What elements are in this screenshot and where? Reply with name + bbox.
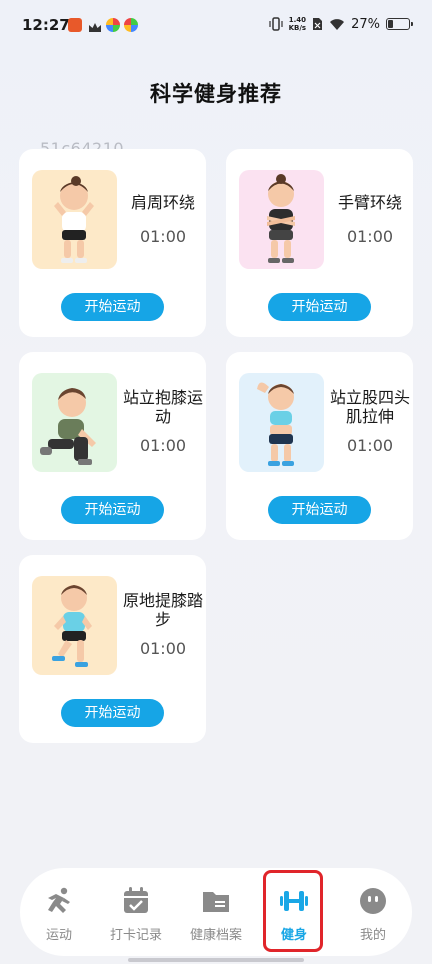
network-speed: 1.40 KB/s bbox=[289, 16, 306, 32]
exercise-duration: 01:00 bbox=[346, 436, 394, 455]
tab-me[interactable]: 我的 bbox=[338, 884, 408, 943]
start-exercise-button[interactable]: 开始运动 bbox=[61, 699, 164, 727]
battery-percent: 27% bbox=[351, 16, 380, 32]
person-figure-icon bbox=[257, 382, 294, 466]
status-indicators: 1.40 KB/s 27% bbox=[269, 16, 413, 32]
calendar-check-icon bbox=[124, 887, 148, 913]
bottom-tab-bar: 运动 打卡记录 健康档案 健身 我的 bbox=[20, 868, 412, 956]
start-exercise-button[interactable]: 开始运动 bbox=[61, 293, 164, 321]
start-exercise-button[interactable]: 开始运动 bbox=[268, 293, 371, 321]
wifi-icon bbox=[330, 18, 345, 30]
tab-health-profile[interactable]: 健康档案 bbox=[181, 884, 251, 943]
exercise-duration: 01:00 bbox=[346, 227, 394, 246]
tab-label: 打卡记录 bbox=[109, 928, 162, 943]
exercise-card[interactable]: 原地提膝踏步 01:00 开始运动 bbox=[19, 555, 206, 743]
exercise-name: 站立股四头肌拉伸 bbox=[330, 388, 411, 426]
start-exercise-button[interactable]: 开始运动 bbox=[268, 496, 371, 524]
crown-icon bbox=[88, 19, 102, 33]
exercise-card[interactable]: 手臂环绕 01:00 开始运动 bbox=[226, 149, 413, 337]
exercise-card[interactable]: 肩周环绕 01:00 开始运动 bbox=[19, 149, 206, 337]
exercise-name: 站立抱膝运动 bbox=[123, 388, 204, 426]
network-speed-unit: KB/s bbox=[288, 24, 307, 32]
exercise-duration: 01:00 bbox=[139, 639, 187, 658]
home-indicator[interactable] bbox=[128, 958, 304, 962]
vibrate-icon bbox=[269, 17, 283, 31]
start-exercise-button[interactable]: 开始运动 bbox=[61, 496, 164, 524]
person-figure-icon bbox=[52, 585, 92, 667]
person-figure-icon bbox=[54, 176, 94, 263]
exercise-name: 肩周环绕 bbox=[130, 193, 195, 212]
sim-icon bbox=[313, 18, 323, 30]
exercise-thumbnail bbox=[239, 170, 324, 269]
exercise-thumbnail bbox=[32, 373, 117, 472]
tab-label: 我的 bbox=[359, 928, 386, 943]
app-notification-icon bbox=[68, 18, 82, 32]
exercise-duration: 01:00 bbox=[139, 227, 187, 246]
exercise-name: 手臂环绕 bbox=[337, 193, 402, 212]
status-bar: 12:27 1.40 KB/s 27% bbox=[0, 0, 432, 52]
exercise-thumbnail bbox=[32, 576, 117, 675]
tab-label: 健康档案 bbox=[189, 928, 242, 943]
tab-sport[interactable]: 运动 bbox=[24, 884, 94, 943]
network-speed-value: 1.40 bbox=[288, 16, 306, 24]
status-time: 12:27 bbox=[22, 16, 70, 34]
exercise-name: 原地提膝踏步 bbox=[123, 591, 204, 629]
app-notification-icon bbox=[124, 18, 138, 32]
exercise-card[interactable]: 站立股四头肌拉伸 01:00 开始运动 bbox=[226, 352, 413, 540]
page-title: 科学健身推荐 bbox=[150, 82, 282, 106]
app-notification-icon bbox=[106, 18, 120, 32]
run-icon bbox=[48, 887, 70, 913]
exercise-card[interactable]: 站立抱膝运动 01:00 开始运动 bbox=[19, 352, 206, 540]
folder-icon bbox=[203, 892, 229, 912]
exercise-thumbnail bbox=[239, 373, 324, 472]
exercise-thumbnail bbox=[32, 170, 117, 269]
person-figure-icon bbox=[267, 174, 295, 263]
tab-label: 运动 bbox=[45, 928, 72, 943]
smiley-icon bbox=[360, 888, 386, 914]
tab-checkin-record[interactable]: 打卡记录 bbox=[101, 884, 171, 943]
exercise-duration: 01:00 bbox=[139, 436, 187, 455]
battery-icon bbox=[386, 18, 413, 30]
highlight-annotation bbox=[263, 870, 323, 952]
person-figure-icon bbox=[40, 388, 96, 465]
